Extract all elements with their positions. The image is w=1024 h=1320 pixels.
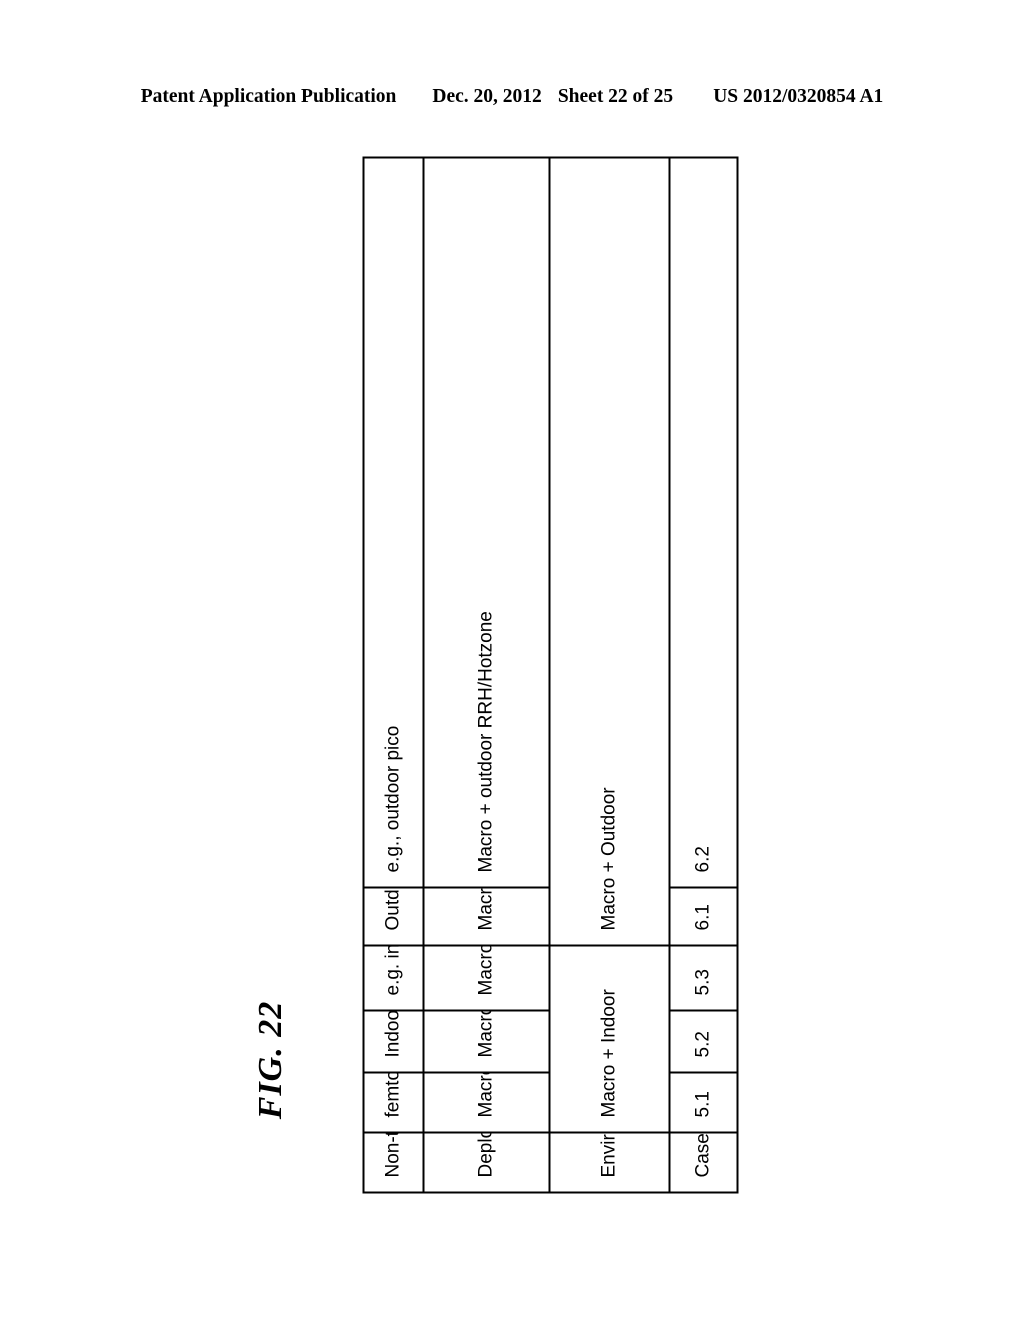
cell-environment-1: Macro + Outdoor bbox=[549, 157, 669, 945]
cell-deployment-4: Macro + outdoor RRH/Hotzone bbox=[423, 157, 549, 887]
row-header-environment: Environment bbox=[549, 1132, 669, 1192]
patent-number: US 2012/0320854 A1 bbox=[713, 86, 884, 107]
cell-deployment-0: Macro + femtocell bbox=[423, 1072, 549, 1132]
cell-deployment-2: Macro + indoor RRH/Hotzone bbox=[423, 945, 549, 1010]
row-header-deployment-scenario: Deployment Scenario bbox=[423, 1132, 549, 1192]
table-row-deployment-scenario: Deployment Scenario Macro + femtocell Ma… bbox=[423, 157, 549, 1192]
publication-date: Dec. 20, 2012 bbox=[432, 86, 542, 107]
cell-node-4: e.g., outdoor pico bbox=[363, 157, 423, 887]
cell-case-2: 5.3 bbox=[669, 945, 737, 1010]
cell-node-3: Outdoor relay bbox=[363, 887, 423, 945]
table-row-environment: Environment Macro + Indoor Macro + Outdo… bbox=[549, 157, 669, 1192]
cell-case-1: 5.2 bbox=[669, 1010, 737, 1072]
cell-node-1: Indoor relay bbox=[363, 1010, 423, 1072]
sheet-number: Sheet 22 of 25 bbox=[557, 86, 674, 107]
page-header: Patent Application Publication Dec. 20, 2… bbox=[0, 86, 1024, 108]
cell-case-3: 6.1 bbox=[669, 887, 737, 945]
deployment-scenario-table: Non-traditional node femtocell Indoor re… bbox=[362, 156, 738, 1193]
cell-environment-0: Macro + Indoor bbox=[549, 945, 669, 1132]
table-row-case: Case 5.1 5.2 5.3 6.1 6.2 bbox=[669, 157, 737, 1192]
cell-case-0: 5.1 bbox=[669, 1072, 737, 1132]
row-header-non-traditional-node: Non-traditional node bbox=[363, 1132, 423, 1192]
row-header-case: Case bbox=[669, 1132, 737, 1192]
cell-node-2: e.g. indoor pico bbox=[363, 945, 423, 1010]
figure-table-container: Non-traditional node femtocell Indoor re… bbox=[362, 157, 737, 1193]
cell-deployment-3: Macro + outdoor relay bbox=[423, 887, 549, 945]
publication-label: Patent Application Publication bbox=[140, 86, 397, 107]
figure-label: FIG. 22 bbox=[252, 1000, 289, 1120]
table-row-non-traditional-node: Non-traditional node femtocell Indoor re… bbox=[363, 157, 423, 1192]
cell-case-4: 6.2 bbox=[669, 157, 737, 887]
cell-deployment-1: Macro + indoor relay bbox=[423, 1010, 549, 1072]
cell-node-0: femtocell bbox=[363, 1072, 423, 1132]
figure-table-rotation-wrapper: Non-traditional node femtocell Indoor re… bbox=[362, 157, 737, 1193]
